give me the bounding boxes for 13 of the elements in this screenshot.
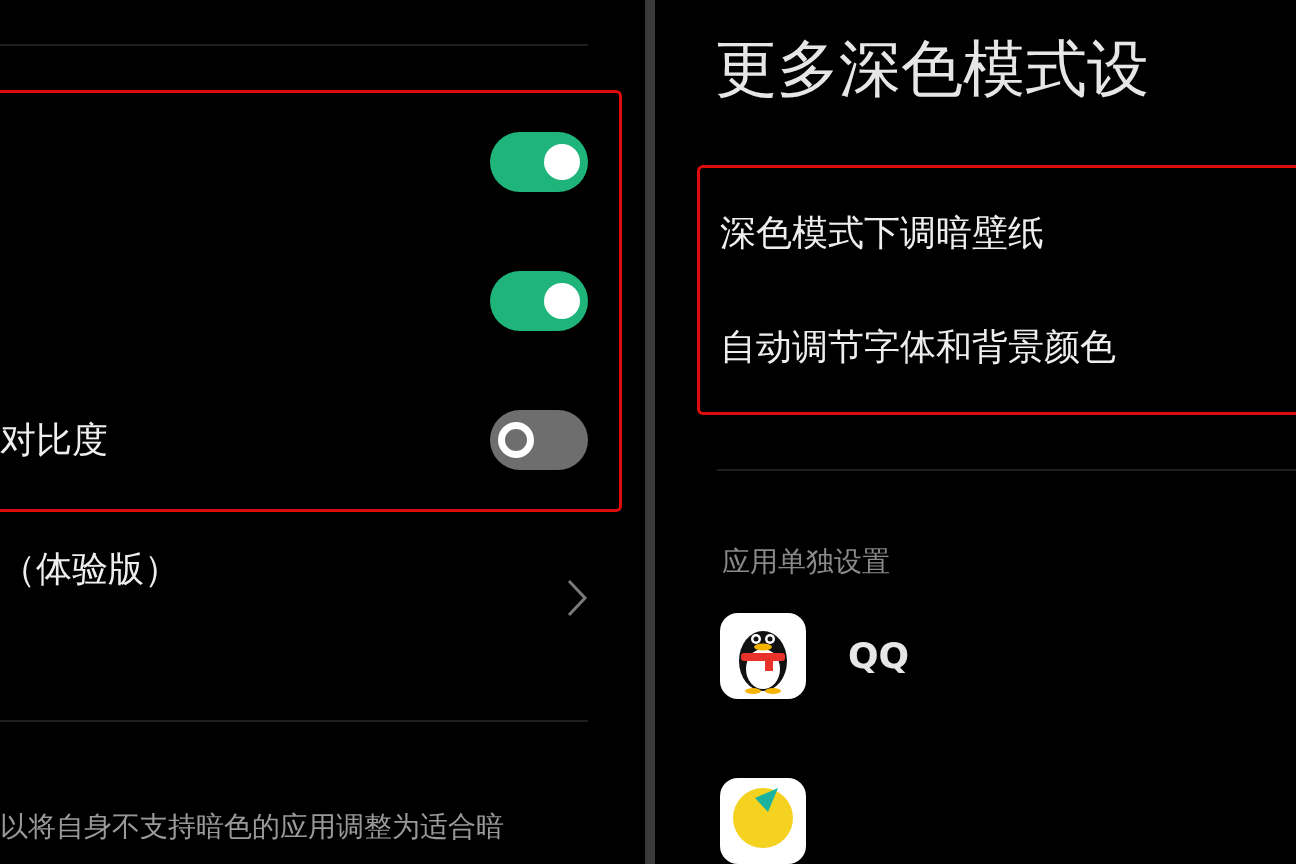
settings-row[interactable]: （体验版） — [0, 512, 600, 682]
app-icon — [720, 778, 806, 864]
section-header: 应用单独设置 — [722, 545, 890, 578]
setting-label[interactable]: 自动调节字体和背景颜色 — [720, 320, 1296, 375]
penguin-app-icon — [720, 613, 806, 699]
chevron-right-icon — [566, 578, 588, 618]
setting-label[interactable]: 深色模式下调暗壁纸 — [720, 206, 1296, 261]
page-title: 更多深色模式设 — [715, 32, 1149, 105]
app-name[interactable]: QQ — [848, 629, 910, 683]
description-text: 以将自身不支持暗色的应用调整为适合暗 — [0, 810, 504, 843]
setting-label: （体验版） — [0, 547, 180, 591]
setting-label: 对比度 — [0, 417, 108, 462]
toggle-switch[interactable] — [490, 271, 588, 331]
